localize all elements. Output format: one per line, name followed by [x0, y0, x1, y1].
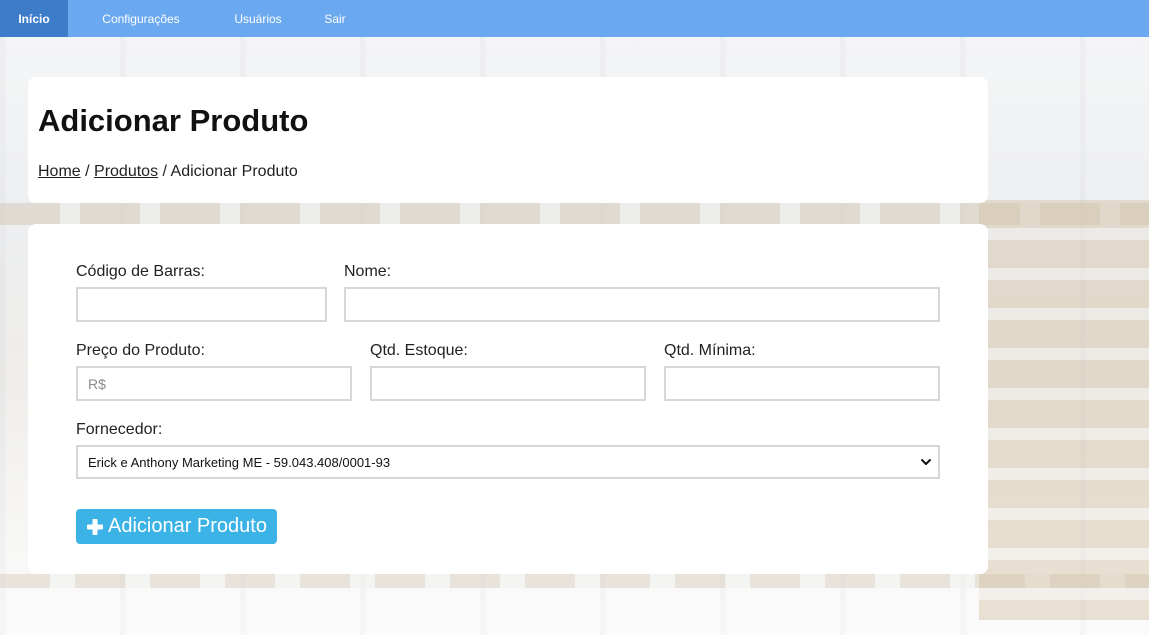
- chevron-down-icon: [921, 459, 931, 465]
- add-product-form: Código de Barras: Nome: Preço do Produto…: [28, 224, 988, 574]
- min-stock-label: Qtd. Mínima:: [664, 342, 756, 359]
- name-label: Nome:: [344, 263, 392, 280]
- page-title: Adicionar Produto: [38, 103, 309, 138]
- barcode-label: Código de Barras:: [76, 263, 205, 280]
- nav-item-inicio[interactable]: Início: [0, 0, 68, 37]
- background-shelf-strip: [0, 203, 1149, 225]
- top-navbar: Início Configurações Usuários Sair: [0, 0, 1149, 37]
- nav-item-sair[interactable]: Sair: [302, 0, 368, 37]
- add-product-button[interactable]: Adicionar Produto: [76, 509, 277, 544]
- stock-input[interactable]: [370, 366, 646, 401]
- supplier-selected-value: Erick e Anthony Marketing ME - 59.043.40…: [88, 454, 391, 470]
- breadcrumb-products-link[interactable]: Produtos: [94, 163, 158, 180]
- breadcrumb-separator: /: [158, 163, 171, 180]
- breadcrumb-home-link[interactable]: Home: [38, 163, 81, 180]
- nav-item-configuracoes[interactable]: Configurações: [68, 0, 214, 37]
- price-label: Preço do Produto:: [76, 342, 205, 359]
- nav-item-usuarios[interactable]: Usuários: [214, 0, 302, 37]
- page-header-card: Adicionar Produto Home / Produtos / Adic…: [28, 77, 988, 203]
- plus-icon: [87, 518, 103, 535]
- background-shelf-right: [979, 200, 1149, 620]
- supplier-label: Fornecedor:: [76, 421, 163, 438]
- breadcrumb-separator: /: [80, 163, 95, 180]
- barcode-input[interactable]: [76, 287, 327, 322]
- breadcrumb-current: Adicionar Produto: [170, 163, 298, 180]
- add-product-button-label: Adicionar Produto: [108, 515, 267, 537]
- stock-label: Qtd. Estoque:: [370, 342, 468, 359]
- price-input[interactable]: [76, 366, 352, 401]
- background-shelf-strip-bottom: [0, 574, 1149, 588]
- breadcrumb: Home / Produtos / Adicionar Produto: [38, 163, 298, 181]
- supplier-select[interactable]: Erick e Anthony Marketing ME - 59.043.40…: [76, 445, 940, 479]
- min-stock-input[interactable]: [664, 366, 940, 401]
- name-input[interactable]: [344, 287, 940, 322]
